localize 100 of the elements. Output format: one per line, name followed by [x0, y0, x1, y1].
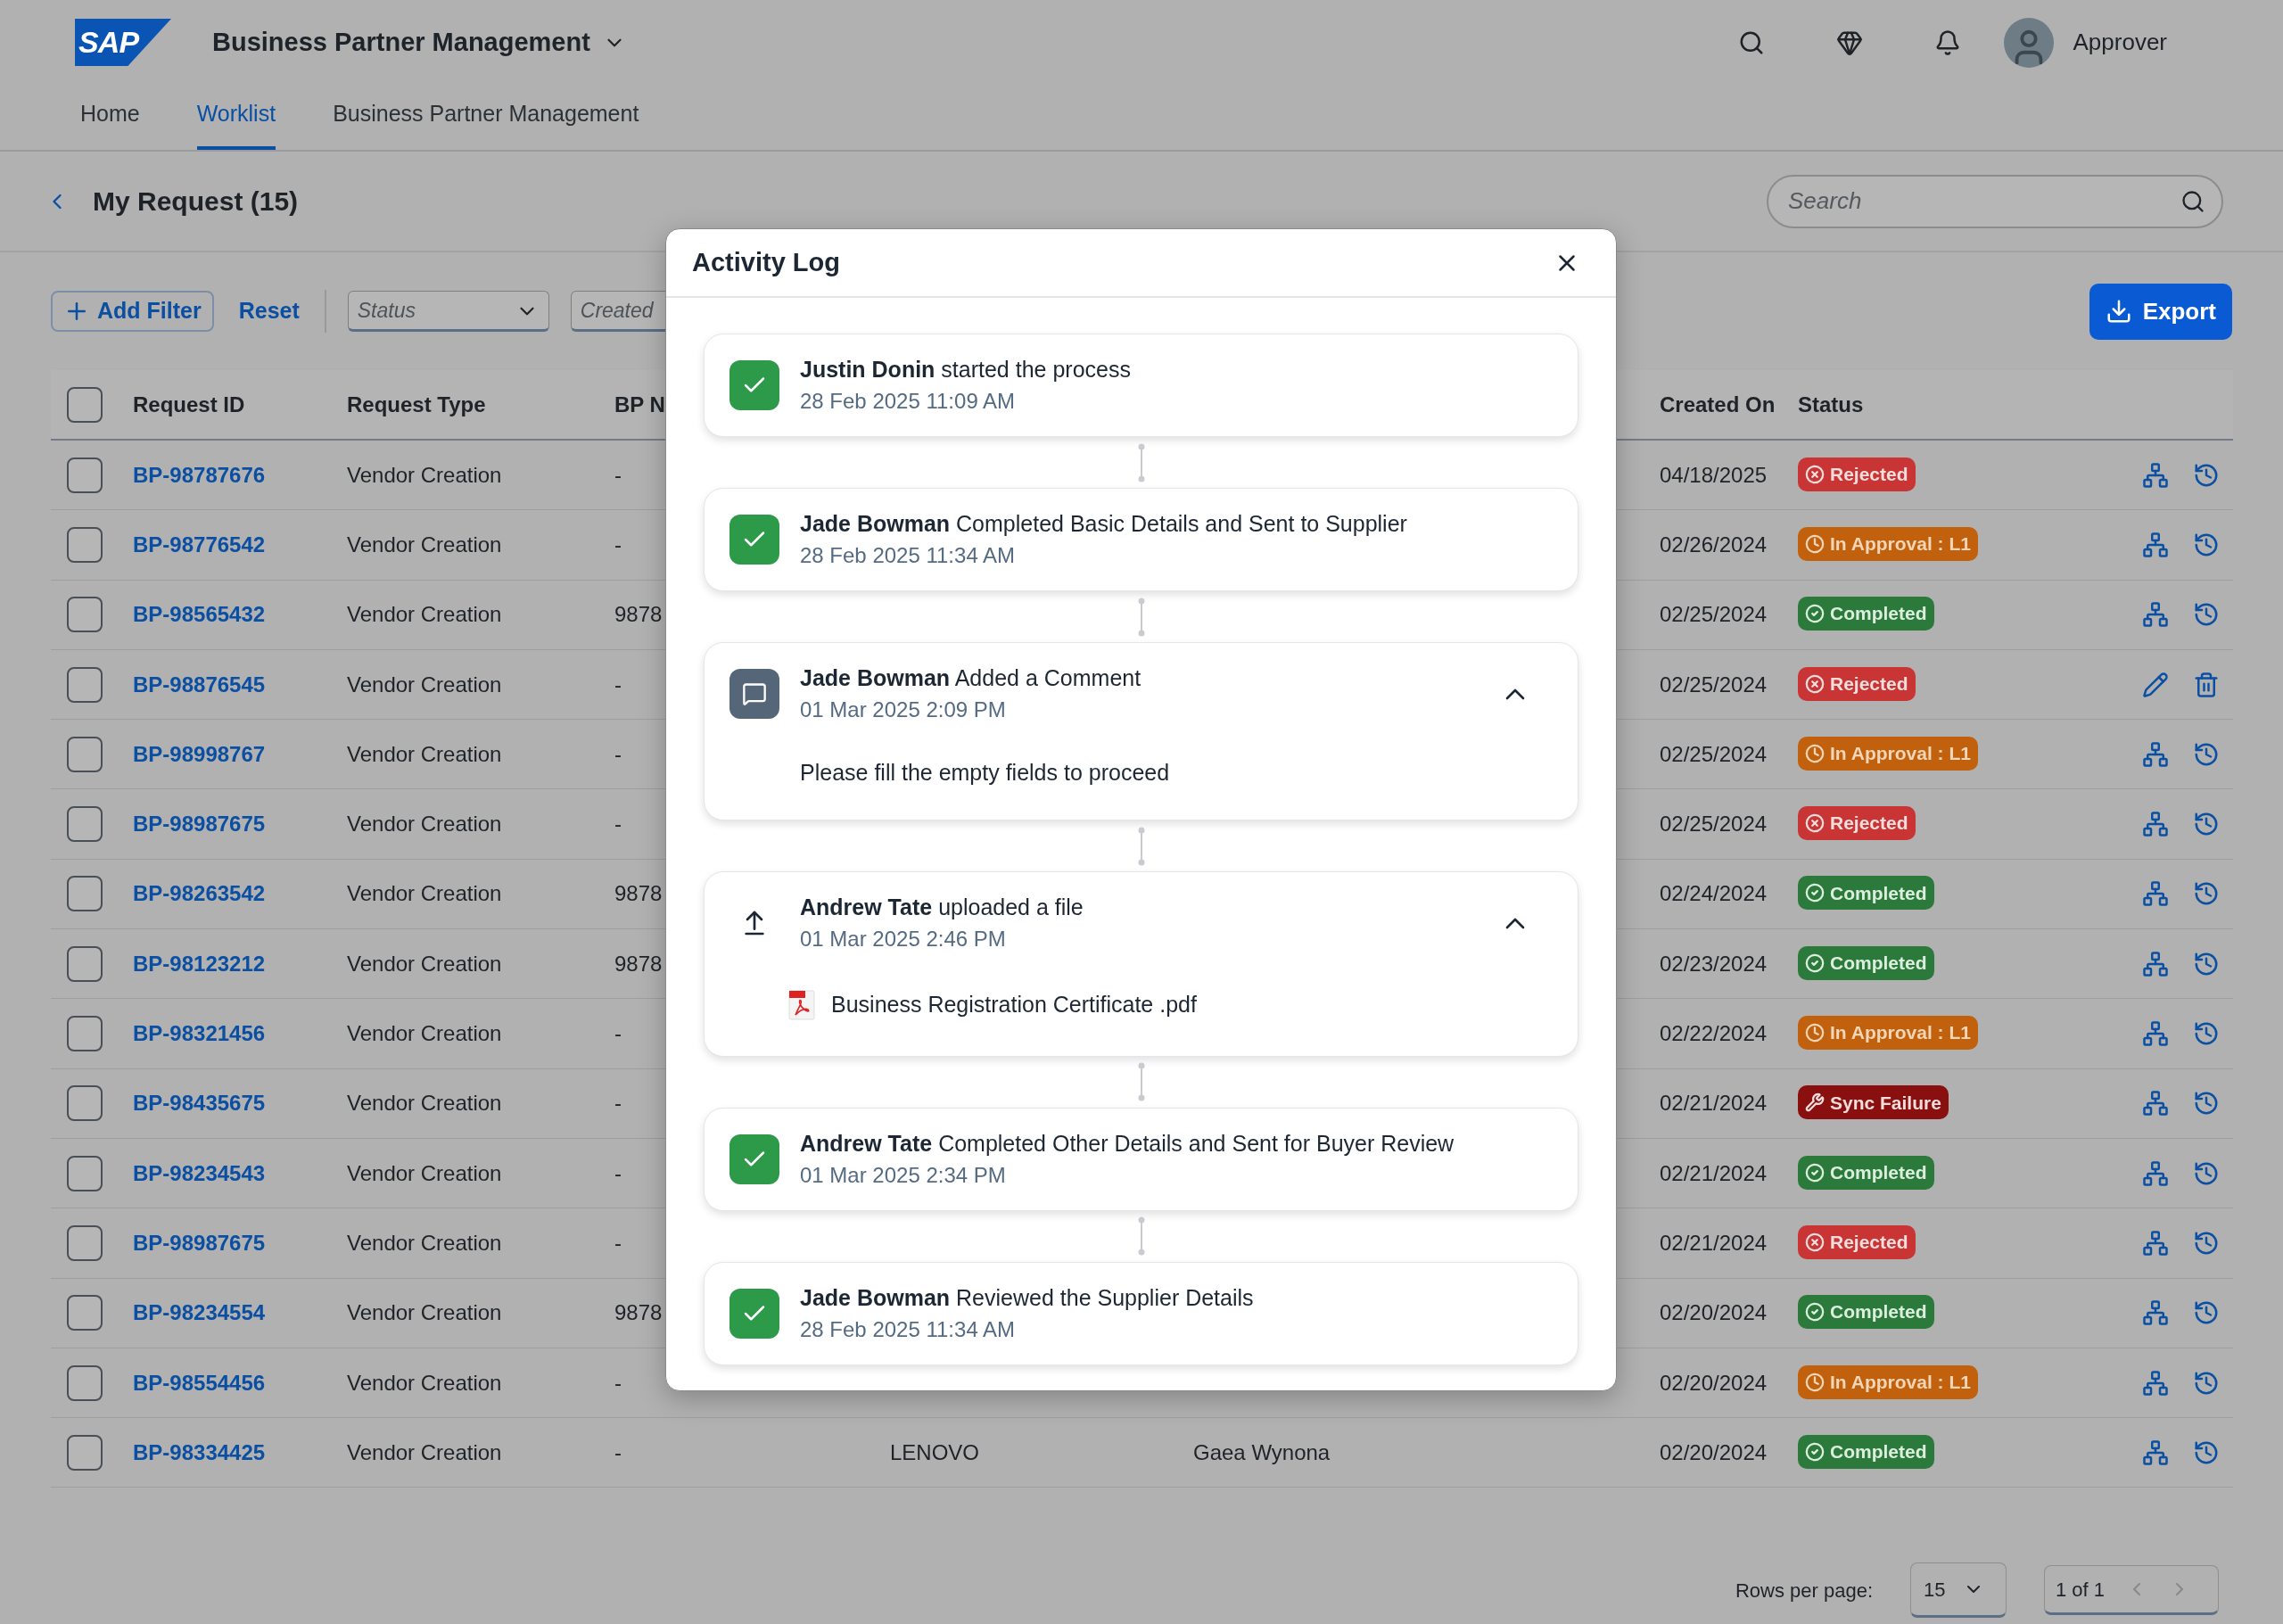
- checkbox[interactable]: [67, 876, 103, 912]
- export-button[interactable]: Export: [2089, 283, 2232, 340]
- status-badge: In Approval : L1: [1798, 1364, 1978, 1399]
- table-cell-text: 02/24/2024: [1660, 880, 1768, 908]
- history-icon[interactable]: [2193, 1020, 2220, 1047]
- checkbox[interactable]: [67, 1085, 103, 1122]
- table-cell-text: 02/23/2024: [1660, 950, 1768, 977]
- nav-tab[interactable]: Home: [80, 85, 140, 150]
- table-cell-text: 9878: [614, 601, 663, 629]
- request-id-link[interactable]: BP-98554456: [133, 1366, 266, 1399]
- checkbox[interactable]: [67, 1155, 103, 1191]
- checkbox[interactable]: [67, 1016, 103, 1051]
- checkbox[interactable]: [67, 1434, 103, 1471]
- table-cell-text: 02/22/2024: [1660, 1020, 1768, 1047]
- table-cell-text: Vendor Creation: [347, 1159, 502, 1187]
- checkbox[interactable]: [67, 736, 103, 772]
- hierarchy-icon[interactable]: [2142, 1439, 2169, 1466]
- hierarchy-icon[interactable]: [2142, 811, 2169, 838]
- user-name[interactable]: Approver: [2073, 25, 2167, 60]
- rows-per-page-label: Rows per page:: [1735, 1578, 1873, 1603]
- reset-link[interactable]: Reset: [235, 294, 303, 328]
- activity-text: Jade Bowman Reviewed the Supplier Details: [800, 1283, 1254, 1312]
- table-cell-text: 9878: [614, 1299, 663, 1327]
- hierarchy-icon[interactable]: [2142, 1090, 2169, 1117]
- check-circle-icon: [1805, 1162, 1825, 1183]
- rows-per-page-select[interactable]: 15: [1910, 1562, 2007, 1618]
- column-header: Request Type: [347, 391, 486, 418]
- file-name[interactable]: Business Registration Certificate .pdf: [831, 988, 1197, 1022]
- request-id-link[interactable]: BP-98876545: [133, 668, 266, 701]
- request-id-link[interactable]: BP-98234554: [133, 1297, 266, 1330]
- checkbox[interactable]: [67, 666, 103, 703]
- checkbox[interactable]: [67, 1295, 103, 1331]
- request-id-link[interactable]: BP-98123212: [133, 947, 266, 980]
- table-cell-text: 04/18/2025: [1660, 461, 1768, 489]
- nav-tab[interactable]: Business Partner Management: [333, 85, 639, 150]
- table-cell-text: Vendor Creation: [347, 1299, 502, 1327]
- delete-icon[interactable]: [2193, 671, 2220, 698]
- page-indicator: 1 of 1: [2056, 1577, 2106, 1603]
- checkbox[interactable]: [67, 457, 103, 493]
- table-cell-text: 02/25/2024: [1660, 811, 1768, 838]
- request-id-link[interactable]: BP-98565432: [133, 598, 266, 631]
- hierarchy-icon[interactable]: [2142, 880, 2169, 908]
- x-circle-icon: [1805, 1232, 1825, 1252]
- connector-line: [1136, 1062, 1146, 1101]
- logo[interactable]: SAP: [75, 19, 171, 66]
- hierarchy-icon[interactable]: [2142, 1159, 2169, 1187]
- request-id-link[interactable]: BP-98987675: [133, 1226, 266, 1259]
- table-cell-text: Vendor Creation: [347, 1439, 502, 1466]
- checkbox[interactable]: [67, 1364, 103, 1401]
- hierarchy-icon[interactable]: [2142, 1299, 2169, 1327]
- table-cell-text: Vendor Creation: [347, 740, 502, 768]
- hierarchy-icon[interactable]: [2142, 740, 2169, 768]
- request-id-link[interactable]: BP-98263542: [133, 878, 266, 911]
- request-id-link[interactable]: BP-98435675: [133, 1087, 266, 1120]
- table-cell-text: Vendor Creation: [347, 811, 502, 838]
- activity-time: 28 Feb 2025 11:09 AM: [800, 388, 1016, 415]
- hierarchy-icon[interactable]: [2142, 461, 2169, 489]
- activity-time: 01 Mar 2025 2:46 PM: [800, 926, 1006, 952]
- table-cell-text: 02/21/2024: [1660, 1159, 1768, 1187]
- request-id-link[interactable]: BP-98987675: [133, 808, 266, 841]
- activity-text: Andrew Tate Completed Other Details and Sent for Buyer Review: [800, 1129, 1455, 1158]
- table-cell-text: Vendor Creation: [347, 1020, 502, 1047]
- table-cell-text: Vendor Creation: [347, 531, 502, 558]
- hierarchy-icon[interactable]: [2142, 1229, 2169, 1257]
- hierarchy-icon[interactable]: [2142, 1369, 2169, 1397]
- request-id-link[interactable]: BP-98321456: [133, 1018, 266, 1050]
- table-cell-text: -: [614, 1369, 622, 1397]
- table-cell-text: Vendor Creation: [347, 950, 502, 977]
- clock-icon: [1805, 743, 1825, 763]
- app-title-menu[interactable]: Business Partner Management: [212, 22, 626, 62]
- filter-field[interactable]: Status: [347, 291, 549, 332]
- checkbox[interactable]: [67, 386, 103, 423]
- request-id-link[interactable]: BP-98234543: [133, 1157, 266, 1190]
- request-id-link[interactable]: BP-98334425: [133, 1436, 266, 1469]
- add-filter-button[interactable]: Add Filter: [51, 291, 214, 332]
- checkbox[interactable]: [67, 597, 103, 633]
- hierarchy-icon[interactable]: [2142, 531, 2169, 558]
- nav-tab[interactable]: Worklist: [196, 85, 276, 150]
- hierarchy-icon[interactable]: [2142, 601, 2169, 629]
- request-id-link[interactable]: BP-98998767: [133, 738, 266, 771]
- checkbox[interactable]: [67, 806, 103, 843]
- request-id-link[interactable]: BP-98776542: [133, 528, 266, 561]
- table-cell-text: 02/21/2024: [1660, 1229, 1768, 1257]
- request-id-link[interactable]: BP-98787676: [133, 458, 266, 491]
- search-icon[interactable]: [2180, 188, 2205, 214]
- checkbox[interactable]: [67, 526, 103, 563]
- x-circle-icon: [1805, 464, 1825, 484]
- table-cell-text: Vendor Creation: [347, 601, 502, 629]
- checkbox[interactable]: [67, 1224, 103, 1261]
- edit-icon[interactable]: [2142, 671, 2169, 698]
- hierarchy-icon[interactable]: [2142, 950, 2169, 977]
- hierarchy-icon[interactable]: [2142, 1020, 2169, 1047]
- search-field[interactable]: Search: [1767, 174, 2223, 228]
- status-badge: Completed: [1798, 1155, 1934, 1190]
- status-badge: In Approval : L1: [1798, 736, 1978, 771]
- pdf-file-icon: [788, 989, 815, 1020]
- table-cell-text: -: [614, 740, 622, 768]
- checkbox[interactable]: [67, 945, 103, 982]
- activity-time: 01 Mar 2025 2:34 PM: [800, 1161, 1006, 1189]
- table-cell-text: -: [614, 461, 622, 489]
